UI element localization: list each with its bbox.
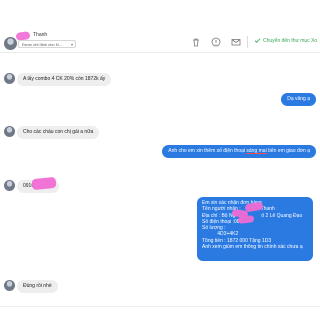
trash-icon[interactable] bbox=[191, 37, 201, 47]
order-line-text: Địa chỉ : Bộ Ng bbox=[202, 212, 236, 219]
incoming-message: Đúng rồi nhé bbox=[17, 280, 58, 293]
conversation-header: Thanh Được chỉ định cho N... ▾ Chuyển đế… bbox=[0, 0, 320, 53]
sender-avatar bbox=[4, 126, 15, 137]
sender-avatar bbox=[4, 280, 15, 291]
divider bbox=[0, 306, 320, 307]
order-line: Địa chỉ : Bộ Ng ố 2 Lê Quang Đạo bbox=[202, 213, 308, 219]
contact-avatar[interactable] bbox=[4, 37, 17, 50]
incoming-message: A lấy combo 4 CK 20% còn 1872k ấy bbox=[17, 73, 112, 86]
move-to-done-button[interactable]: Chuyển đến thư mục Xo bbox=[254, 37, 317, 44]
sender-avatar bbox=[4, 73, 15, 84]
toolbar-divider bbox=[247, 36, 248, 48]
sender-avatar bbox=[4, 180, 15, 191]
assign-dropdown[interactable]: Được chỉ định cho N... ▾ bbox=[18, 40, 76, 48]
outgoing-message: Dạ vâng ạ bbox=[281, 93, 316, 106]
message-text: bên em giao đơn ạ bbox=[266, 148, 310, 154]
message-underlined-text: sáng mai bbox=[246, 148, 267, 154]
assign-dropdown-label: Được chỉ định cho N... bbox=[22, 42, 62, 47]
chevron-down-icon: ▾ bbox=[70, 42, 73, 47]
order-line: Anh xem giúm em thông tin chính xác chưa… bbox=[202, 244, 303, 251]
warning-icon[interactable] bbox=[211, 37, 221, 47]
outgoing-message: Anh cho em xin thêm số điện thoại sáng m… bbox=[162, 145, 316, 158]
contact-name[interactable]: Thanh bbox=[33, 32, 47, 38]
message-text: Anh cho em xin thêm số điện thoại bbox=[168, 148, 247, 154]
move-to-done-label: Chuyển đến thư mục Xo bbox=[263, 37, 318, 44]
envelope-icon[interactable] bbox=[231, 37, 241, 47]
order-line-text: ố 2 Lê Quang Đạo bbox=[261, 212, 303, 219]
incoming-message: Cho các cháu con chị gái a nữa bbox=[17, 126, 100, 139]
check-icon bbox=[254, 38, 261, 43]
